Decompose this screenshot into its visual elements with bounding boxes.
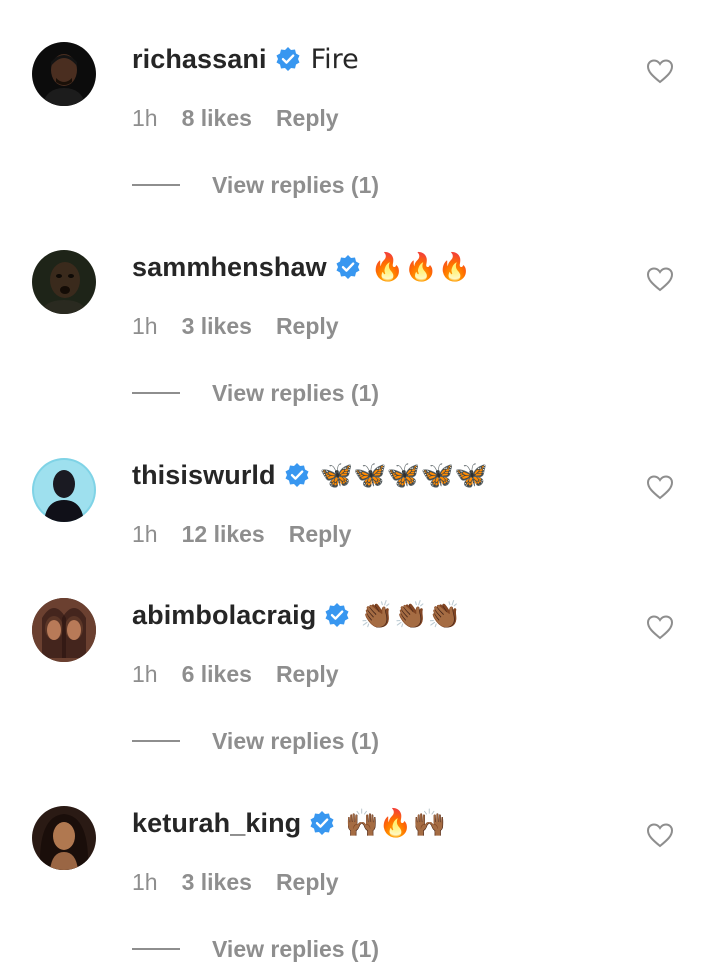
replies-divider <box>132 740 180 742</box>
verified-badge-icon <box>275 46 301 72</box>
verified-badge-icon <box>284 462 310 488</box>
avatar[interactable] <box>32 458 96 522</box>
replies-divider <box>132 184 180 186</box>
view-replies-button[interactable]: View replies (1) <box>132 378 379 408</box>
verified-badge-icon <box>309 810 335 836</box>
comment-text: 👏🏾👏🏾👏🏾 <box>360 600 462 631</box>
view-replies-button[interactable]: View replies (1) <box>132 170 379 200</box>
comment-username[interactable]: richassani <box>132 44 267 75</box>
view-replies-label[interactable]: View replies (1) <box>212 728 379 755</box>
heart-outline-icon[interactable] <box>646 474 674 500</box>
comment-likes[interactable]: 8 likes <box>182 105 252 132</box>
avatar[interactable] <box>32 806 96 870</box>
comment-time: 1h <box>132 868 158 895</box>
comment-text: 🦋🦋🦋🦋🦋 <box>319 460 488 491</box>
heart-outline-icon[interactable] <box>646 822 674 848</box>
view-replies-label[interactable]: View replies (1) <box>212 172 379 199</box>
reply-button[interactable]: Reply <box>276 661 339 688</box>
heart-outline-icon[interactable] <box>646 58 674 84</box>
verified-badge-icon <box>324 602 350 628</box>
replies-divider <box>132 948 180 950</box>
comment-text: Fire <box>310 43 359 75</box>
avatar[interactable] <box>32 250 96 314</box>
avatar[interactable] <box>32 598 96 662</box>
heart-outline-icon[interactable] <box>646 266 674 292</box>
comment-likes[interactable]: 6 likes <box>182 661 252 688</box>
comment-username[interactable]: thisiswurld <box>132 460 276 491</box>
replies-divider <box>132 392 180 394</box>
comment-time: 1h <box>132 312 158 339</box>
reply-button[interactable]: Reply <box>276 869 339 896</box>
comment-username[interactable]: keturah_king <box>132 808 301 839</box>
comment-time: 1h <box>132 520 158 547</box>
avatar[interactable] <box>32 42 96 106</box>
comment-time: 1h <box>132 660 158 687</box>
comment-text: 🔥🔥🔥 <box>370 252 472 283</box>
comment-likes[interactable]: 3 likes <box>182 869 252 896</box>
comment-time: 1h <box>132 104 158 131</box>
comment-username[interactable]: sammhenshaw <box>132 252 327 283</box>
view-replies-label[interactable]: View replies (1) <box>212 380 379 407</box>
view-replies-label[interactable]: View replies (1) <box>212 936 379 963</box>
comment-likes[interactable]: 3 likes <box>182 313 252 340</box>
view-replies-button[interactable]: View replies (1) <box>132 726 379 756</box>
comment-username[interactable]: abimbolacraig <box>132 600 316 631</box>
reply-button[interactable]: Reply <box>289 521 352 548</box>
reply-button[interactable]: Reply <box>276 105 339 132</box>
verified-badge-icon <box>335 254 361 280</box>
view-replies-button[interactable]: View replies (1) <box>132 934 379 964</box>
heart-outline-icon[interactable] <box>646 614 674 640</box>
reply-button[interactable]: Reply <box>276 313 339 340</box>
comment-likes[interactable]: 12 likes <box>182 521 265 548</box>
comment-text: 🙌🏾🔥🙌🏾 <box>345 808 447 839</box>
